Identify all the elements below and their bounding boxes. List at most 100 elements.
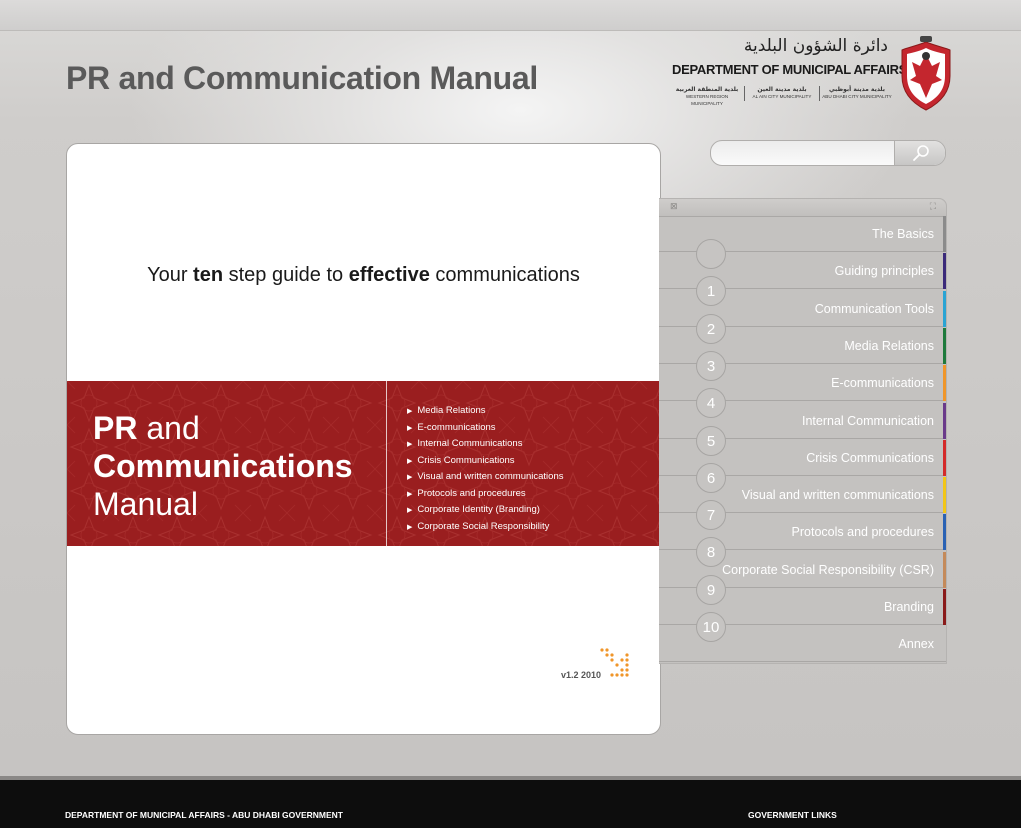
tagline-bold-effective: effective: [348, 264, 430, 286]
falcon-emblem-icon: [901, 36, 951, 111]
chapter-number-9[interactable]: 9: [696, 575, 726, 605]
list-item-label: Protocols and procedures: [417, 487, 526, 499]
tagline-text: communications: [429, 264, 580, 286]
nav-item-color-stripe: [943, 216, 946, 252]
municipality-western: بلدية المنطقة الغربية WESTERN REGION MUN…: [672, 86, 742, 107]
nav-panel-handle[interactable]: ⊠ ⛶: [659, 199, 946, 217]
list-item-label: Corporate Social Responsibility: [417, 520, 550, 532]
search-box: [710, 140, 946, 166]
expand-icon[interactable]: ⛶: [930, 201, 936, 212]
nav-item-label: Annex: [898, 637, 934, 651]
nav-item-label: Branding: [883, 600, 934, 614]
cover-title-and: and: [137, 410, 200, 446]
municipality-abu-dhabi: بلدية مدينة أبوظبي ABU DHABI CITY MUNICI…: [822, 86, 892, 107]
dots-logo-icon: [600, 648, 629, 677]
search-button[interactable]: [894, 141, 945, 165]
nav-item-color-stripe: [943, 403, 946, 439]
nav-item-label: Media Relations: [844, 339, 934, 353]
nav-item-color-stripe: [943, 589, 946, 625]
municipality-western-en: WESTERN REGION MUNICIPALITY: [685, 94, 729, 106]
cover-tagline: Your ten step guide to effective communi…: [67, 264, 660, 287]
nav-item-label: E-communications: [831, 376, 934, 390]
chapter-number-3[interactable]: 3: [696, 351, 726, 381]
nav-item-color-stripe: [943, 291, 946, 327]
arrow-right-icon: ▶: [407, 474, 413, 481]
chapter-number-2[interactable]: 2: [696, 314, 726, 344]
municipality-al-ain-en: AL AIN CITY MUNICIPALITY: [752, 94, 812, 99]
cover-topic-list: ▶ Media Relations ▶ E-communications ▶ Inte…: [407, 403, 563, 535]
list-item-label: Internal Communications: [417, 438, 523, 449]
nav-item-label: Protocols and procedures: [791, 525, 934, 539]
footer-department-link[interactable]: DEPARTMENT OF MUNICIPAL AFFAIRS - ABU DH…: [65, 810, 343, 820]
arrow-right-icon: ▶: [407, 408, 413, 415]
municipality-abu-dhabi-en: ABU DHABI CITY MUNICIPALITY: [822, 94, 892, 99]
dma-logo[interactable]: دائرة الشؤون البلدية DEPARTMENT OF MUNIC…: [670, 36, 960, 116]
list-item: ▶ Media Relations: [407, 403, 563, 420]
list-item: ▶ Visual and written communications: [407, 469, 563, 486]
cover-title-communications: Communications: [93, 448, 353, 484]
arrow-right-icon: ▶: [407, 441, 413, 448]
nav-item-color-stripe: [943, 440, 946, 476]
logo-arabic-title: دائرة الشؤون البلدية: [743, 36, 888, 56]
version-label: v1.2 2010: [561, 670, 602, 680]
manual-cover-card[interactable]: Your ten step guide to effective communi…: [66, 143, 661, 735]
chapter-number-4[interactable]: 4: [696, 388, 726, 418]
cover-title-manual: Manual: [93, 486, 198, 522]
list-item: ▶ E-communications: [407, 420, 563, 437]
municipality-western-ar: بلدية المنطقة الغربية: [675, 86, 739, 93]
cover-title-pr: PR: [93, 410, 138, 446]
municipality-divider: [819, 86, 820, 101]
footer: DEPARTMENT OF MUNICIPAL AFFAIRS - ABU DH…: [0, 780, 1021, 828]
arrow-right-icon: ▶: [407, 424, 413, 432]
tagline-text: step guide to: [223, 264, 349, 286]
arrow-right-icon: ▶: [407, 507, 413, 514]
list-item-label: Corporate Identity (Branding): [417, 504, 540, 515]
nav-item-label: Visual and written communications: [741, 488, 934, 502]
chapter-number-7[interactable]: 7: [696, 500, 726, 530]
footer-government-links[interactable]: GOVERNMENT LINKS: [748, 810, 837, 820]
list-item-label: Visual and written communications: [417, 471, 564, 482]
arrow-right-icon: ▶: [407, 490, 413, 498]
arrow-right-icon: ▶: [407, 457, 413, 465]
top-bar: [0, 0, 1021, 31]
chapter-number-8[interactable]: 8: [696, 537, 726, 567]
nav-item-color-stripe: [943, 514, 946, 550]
chapter-number-6[interactable]: 6: [696, 463, 726, 493]
tagline-text: Your: [147, 264, 194, 286]
page-title: PR and Communication Manual: [66, 60, 538, 96]
logo-department-name: DEPARTMENT OF MUNICIPAL AFFAIRS: [672, 62, 908, 77]
nav-item-label: Crisis Communications: [806, 451, 934, 465]
list-item-label: E-communications: [417, 421, 496, 433]
nav-item-label: Internal Communication: [801, 414, 934, 428]
chapter-number-1[interactable]: 1: [696, 276, 726, 306]
list-item: ▶ Internal Communications: [407, 436, 563, 453]
arrow-right-icon: ▶: [407, 523, 413, 531]
list-item: ▶ Corporate Identity (Branding): [407, 502, 563, 519]
search-icon: [913, 145, 929, 161]
search-input[interactable]: [711, 141, 893, 165]
chapter-number-5[interactable]: 5: [696, 426, 726, 456]
nav-item-color-stripe: [943, 365, 946, 401]
nav-item-label: Guiding principles: [834, 264, 934, 278]
banner-divider: [386, 381, 387, 546]
collapse-icon[interactable]: ⊠: [670, 201, 678, 212]
nav-item-color-stripe: [943, 552, 946, 588]
nav-item-color-stripe: [943, 253, 946, 289]
nav-item-label: Communication Tools: [814, 302, 934, 316]
list-item: ▶ Protocols and procedures: [407, 486, 563, 503]
municipality-abu-dhabi-ar: بلدية مدينة أبوظبي: [828, 86, 885, 93]
list-item-label: Media Relations: [417, 405, 486, 416]
cover-banner: PR and Communications Manual ▶ Media Rela…: [67, 381, 660, 546]
list-item-label: Crisis Communications: [417, 454, 515, 466]
nav-item-label: The Basics: [872, 227, 934, 241]
nav-item-color-stripe: [943, 477, 946, 513]
nav-item-color-stripe: [943, 328, 946, 364]
cover-title: PR and Communications Manual: [93, 409, 353, 523]
chapter-number-10[interactable]: 10: [696, 612, 726, 642]
list-item: ▶ Corporate Social Responsibility: [407, 519, 563, 536]
list-item: ▶ Crisis Communications: [407, 453, 563, 470]
municipality-al-ain: بلدية مدينة العين AL AIN CITY MUNICIPALI…: [747, 86, 817, 107]
municipalities-row: بلدية المنطقة الغربية WESTERN REGION MUN…: [672, 86, 892, 107]
chapter-number-circle-empty[interactable]: [696, 239, 726, 269]
municipality-al-ain-ar: بلدية مدينة العين: [757, 86, 807, 93]
